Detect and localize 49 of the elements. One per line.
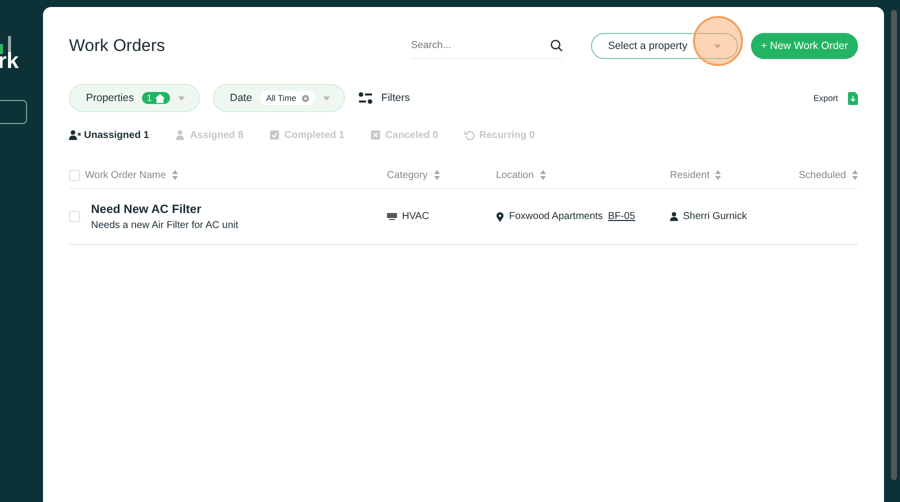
status-tab[interactable]: Unassigned 1: [69, 130, 150, 140]
close-box-icon: [370, 130, 382, 140]
sidebar-button[interactable]: [0, 100, 27, 124]
export-button[interactable]: Export: [813, 92, 858, 104]
properties-filter[interactable]: Properties 1: [69, 84, 200, 112]
logo-bars-icon: [0, 36, 12, 54]
clear-icon[interactable]: [302, 94, 310, 102]
resident-text: Sherri Gurnick: [683, 211, 747, 222]
location-pin-icon: [496, 212, 504, 222]
air-conditioner-icon: [387, 212, 397, 220]
filter-label: Date: [230, 92, 252, 104]
sort-icon: [172, 170, 178, 180]
count-badge: 1: [142, 92, 170, 104]
click-highlight: [693, 16, 743, 66]
date-filter[interactable]: Date All Time: [212, 84, 346, 112]
column-header[interactable]: Resident: [670, 170, 792, 180]
caret-icon: [714, 44, 721, 48]
house-icon: [154, 94, 165, 102]
unit-link[interactable]: BF-05: [608, 211, 636, 222]
work-order-title[interactable]: Need New AC Filter: [91, 202, 387, 216]
page-title: Work Orders: [69, 36, 166, 56]
sort-icon: [434, 170, 440, 180]
column-header[interactable]: Location: [496, 170, 670, 180]
sort-icon: [852, 170, 858, 180]
chip-label: All Time: [266, 93, 296, 103]
caret-icon: [323, 96, 330, 100]
caret-icon: [178, 96, 185, 100]
file-download-icon: [848, 92, 858, 104]
sort-icon: [540, 170, 546, 180]
scrollbar[interactable]: [891, 10, 897, 480]
work-order-description: Needs a new Air Filter for AC unit: [91, 220, 240, 231]
property-select[interactable]: Select a property: [590, 33, 738, 59]
new-work-order-button[interactable]: + New Work Order: [750, 33, 858, 59]
select-all-checkbox[interactable]: [69, 170, 80, 180]
category-text: HVAC: [402, 211, 430, 222]
filters-button[interactable]: Filters: [358, 92, 410, 104]
column-header[interactable]: Scheduled: [792, 170, 858, 180]
location-text: Foxwood Apartments: [509, 211, 603, 222]
person-remove-icon: [69, 130, 81, 140]
undo-icon: [464, 130, 476, 140]
sort-icon: [715, 170, 722, 180]
column-header[interactable]: Category: [387, 170, 496, 180]
column-header[interactable]: Work Order Name: [85, 170, 387, 180]
filter-sliders-icon: [358, 92, 374, 104]
row-checkbox[interactable]: [69, 211, 80, 222]
filter-label: Properties: [86, 92, 134, 104]
person-icon: [670, 212, 678, 221]
checkbox-icon: [269, 130, 282, 140]
search-icon: [550, 39, 563, 52]
